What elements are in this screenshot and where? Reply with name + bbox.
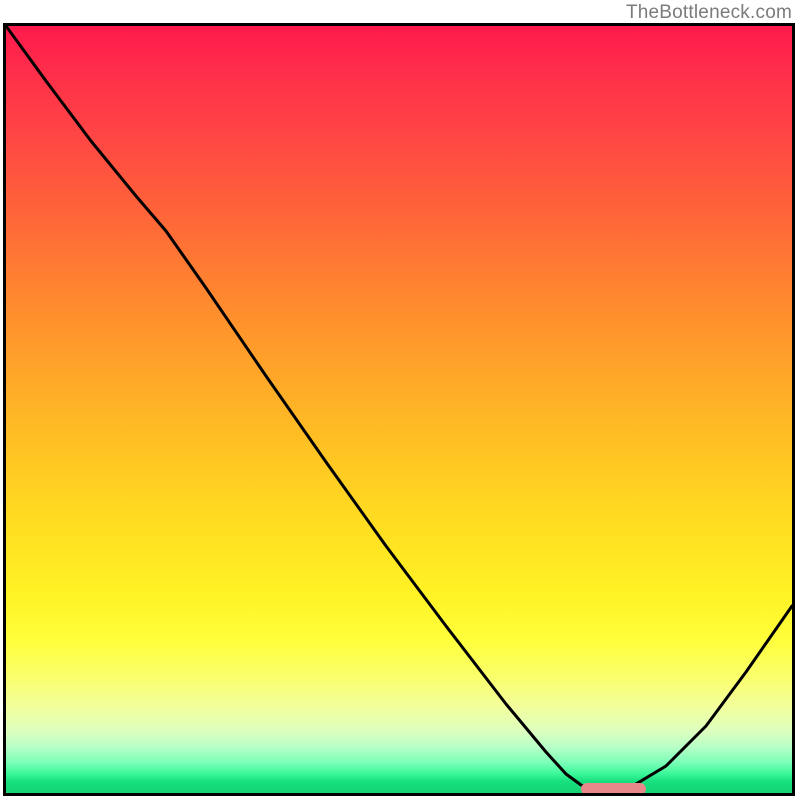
chart-curve-svg [6,26,792,793]
watermark-text: TheBottleneck.com [626,2,792,24]
optimal-range-marker [581,783,646,795]
bottleneck-curve-path [6,26,792,790]
chart-frame [3,23,795,796]
